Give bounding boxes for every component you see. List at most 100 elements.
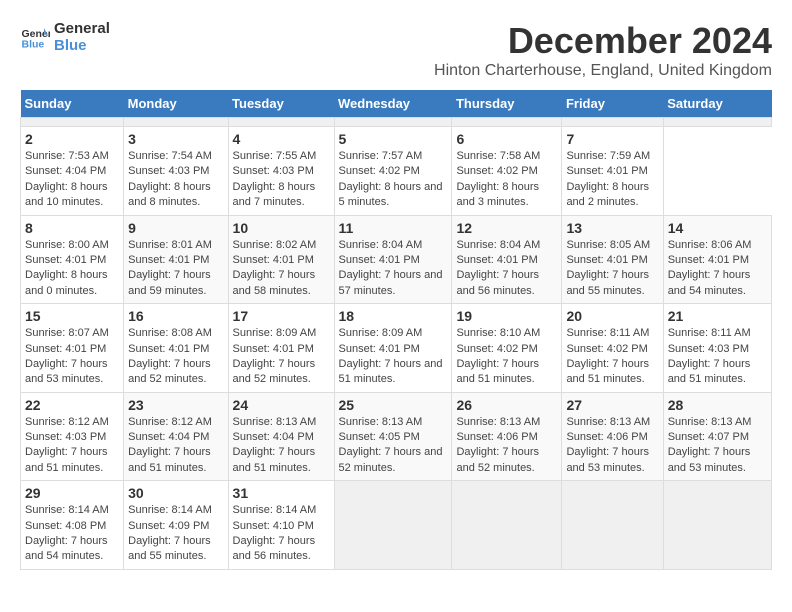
calendar-cell: 12 Sunrise: 8:04 AMSunset: 4:01 PMDayligh… bbox=[452, 215, 562, 304]
calendar-week-1 bbox=[21, 118, 772, 127]
calendar-cell: 13 Sunrise: 8:05 AMSunset: 4:01 PMDayligh… bbox=[562, 215, 663, 304]
day-info: Sunrise: 8:09 AMSunset: 4:01 PMDaylight:… bbox=[233, 326, 330, 388]
day-info: Sunrise: 8:04 AMSunset: 4:01 PMDaylight:… bbox=[456, 238, 557, 300]
day-number: 4 bbox=[233, 131, 330, 147]
logo-line2: Blue bbox=[54, 37, 110, 54]
day-info: Sunrise: 8:14 AMSunset: 4:09 PMDaylight:… bbox=[128, 503, 223, 565]
day-number: 8 bbox=[25, 220, 119, 236]
calendar-cell: 14 Sunrise: 8:06 AMSunset: 4:01 PMDayligh… bbox=[663, 215, 771, 304]
calendar-cell: 22Sunrise: 8:12 AMSunset: 4:03 PMDayligh… bbox=[21, 392, 124, 481]
page-subtitle: Hinton Charterhouse, England, United Kin… bbox=[434, 62, 772, 80]
day-number: 21 bbox=[668, 308, 767, 324]
header-sunday: Sunday bbox=[21, 90, 124, 118]
logo-icon: General Blue bbox=[20, 22, 50, 52]
calendar-week-2: 2Sunrise: 7:53 AMSunset: 4:04 PMDaylight… bbox=[21, 127, 772, 216]
day-number: 27 bbox=[566, 397, 658, 413]
day-number: 24 bbox=[233, 397, 330, 413]
calendar-cell: 26 Sunrise: 8:13 AMSunset: 4:06 PMDayligh… bbox=[452, 392, 562, 481]
day-number: 20 bbox=[566, 308, 658, 324]
day-info: Sunrise: 8:02 AMSunset: 4:01 PMDaylight:… bbox=[233, 238, 330, 300]
day-number: 14 bbox=[668, 220, 767, 236]
day-info: Sunrise: 8:11 AMSunset: 4:02 PMDaylight:… bbox=[566, 326, 658, 388]
day-info: Sunrise: 8:13 AMSunset: 4:06 PMDaylight:… bbox=[566, 415, 658, 477]
day-number: 23 bbox=[128, 397, 223, 413]
day-info: Sunrise: 8:01 AMSunset: 4:01 PMDaylight:… bbox=[128, 238, 223, 300]
day-number: 12 bbox=[456, 220, 557, 236]
calendar-cell: 7 Sunrise: 7:59 AMSunset: 4:01 PMDaylight… bbox=[562, 127, 663, 216]
calendar-cell: 11 Sunrise: 8:04 AMSunset: 4:01 PMDayligh… bbox=[334, 215, 452, 304]
calendar-cell: 9 Sunrise: 8:01 AMSunset: 4:01 PMDaylight… bbox=[124, 215, 228, 304]
day-number: 31 bbox=[233, 485, 330, 501]
day-number: 5 bbox=[339, 131, 448, 147]
day-number: 3 bbox=[128, 131, 223, 147]
calendar-cell: 15Sunrise: 8:07 AMSunset: 4:01 PMDayligh… bbox=[21, 304, 124, 393]
calendar-cell: 24 Sunrise: 8:13 AMSunset: 4:04 PMDayligh… bbox=[228, 392, 334, 481]
calendar-cell: 4Sunrise: 7:55 AMSunset: 4:03 PMDaylight… bbox=[228, 127, 334, 216]
day-number: 29 bbox=[25, 485, 119, 501]
calendar-cell bbox=[228, 118, 334, 127]
calendar-cell bbox=[334, 481, 452, 570]
calendar-cell: 21 Sunrise: 8:11 AMSunset: 4:03 PMDayligh… bbox=[663, 304, 771, 393]
day-info: Sunrise: 8:13 AMSunset: 4:07 PMDaylight:… bbox=[668, 415, 767, 477]
calendar-week-6: 29 Sunrise: 8:14 AMSunset: 4:08 PMDayligh… bbox=[21, 481, 772, 570]
calendar-week-4: 15Sunrise: 8:07 AMSunset: 4:01 PMDayligh… bbox=[21, 304, 772, 393]
calendar-header-row: SundayMondayTuesdayWednesdayThursdayFrid… bbox=[21, 90, 772, 118]
calendar-cell: 27 Sunrise: 8:13 AMSunset: 4:06 PMDayligh… bbox=[562, 392, 663, 481]
day-number: 16 bbox=[128, 308, 223, 324]
day-number: 13 bbox=[566, 220, 658, 236]
header-monday: Monday bbox=[124, 90, 228, 118]
header-friday: Friday bbox=[562, 90, 663, 118]
day-number: 22 bbox=[25, 397, 119, 413]
calendar-cell: 19 Sunrise: 8:10 AMSunset: 4:02 PMDayligh… bbox=[452, 304, 562, 393]
title-section: December 2024 Hinton Charterhouse, Engla… bbox=[434, 20, 772, 80]
day-number: 9 bbox=[128, 220, 223, 236]
day-info: Sunrise: 8:10 AMSunset: 4:02 PMDaylight:… bbox=[456, 326, 557, 388]
calendar-cell bbox=[562, 481, 663, 570]
calendar-cell bbox=[663, 118, 771, 127]
day-number: 28 bbox=[668, 397, 767, 413]
day-number: 17 bbox=[233, 308, 330, 324]
calendar-cell bbox=[452, 118, 562, 127]
day-number: 10 bbox=[233, 220, 330, 236]
day-info: Sunrise: 8:14 AMSunset: 4:10 PMDaylight:… bbox=[233, 503, 330, 565]
calendar-week-3: 8 Sunrise: 8:00 AMSunset: 4:01 PMDaylight… bbox=[21, 215, 772, 304]
day-info: Sunrise: 8:11 AMSunset: 4:03 PMDaylight:… bbox=[668, 326, 767, 388]
calendar-cell: 23 Sunrise: 8:12 AMSunset: 4:04 PMDayligh… bbox=[124, 392, 228, 481]
calendar-cell: 30Sunrise: 8:14 AMSunset: 4:09 PMDayligh… bbox=[124, 481, 228, 570]
day-number: 25 bbox=[339, 397, 448, 413]
day-info: Sunrise: 8:04 AMSunset: 4:01 PMDaylight:… bbox=[339, 238, 448, 300]
day-number: 11 bbox=[339, 220, 448, 236]
calendar-cell: 18Sunrise: 8:09 AMSunset: 4:01 PMDayligh… bbox=[334, 304, 452, 393]
header-saturday: Saturday bbox=[663, 90, 771, 118]
day-info: Sunrise: 7:59 AMSunset: 4:01 PMDaylight:… bbox=[566, 149, 658, 211]
calendar-cell: 10 Sunrise: 8:02 AMSunset: 4:01 PMDayligh… bbox=[228, 215, 334, 304]
header-tuesday: Tuesday bbox=[228, 90, 334, 118]
calendar-cell: 31 Sunrise: 8:14 AMSunset: 4:10 PMDayligh… bbox=[228, 481, 334, 570]
day-info: Sunrise: 8:08 AMSunset: 4:01 PMDaylight:… bbox=[128, 326, 223, 388]
svg-text:Blue: Blue bbox=[22, 39, 45, 51]
day-info: Sunrise: 8:12 AMSunset: 4:04 PMDaylight:… bbox=[128, 415, 223, 477]
calendar-week-5: 22Sunrise: 8:12 AMSunset: 4:03 PMDayligh… bbox=[21, 392, 772, 481]
day-number: 6 bbox=[456, 131, 557, 147]
day-info: Sunrise: 8:13 AMSunset: 4:04 PMDaylight:… bbox=[233, 415, 330, 477]
day-info: Sunrise: 8:07 AMSunset: 4:01 PMDaylight:… bbox=[25, 326, 119, 388]
day-info: Sunrise: 7:58 AMSunset: 4:02 PMDaylight:… bbox=[456, 149, 557, 211]
day-info: Sunrise: 7:54 AMSunset: 4:03 PMDaylight:… bbox=[128, 149, 223, 211]
day-info: Sunrise: 8:00 AMSunset: 4:01 PMDaylight:… bbox=[25, 238, 119, 300]
day-number: 19 bbox=[456, 308, 557, 324]
calendar-cell: 5Sunrise: 7:57 AMSunset: 4:02 PMDaylight… bbox=[334, 127, 452, 216]
calendar-cell bbox=[663, 481, 771, 570]
day-info: Sunrise: 8:14 AMSunset: 4:08 PMDaylight:… bbox=[25, 503, 119, 565]
day-info: Sunrise: 8:06 AMSunset: 4:01 PMDaylight:… bbox=[668, 238, 767, 300]
header: General Blue General Blue December 2024 … bbox=[20, 20, 772, 80]
day-number: 7 bbox=[566, 131, 658, 147]
day-info: Sunrise: 8:05 AMSunset: 4:01 PMDaylight:… bbox=[566, 238, 658, 300]
calendar-cell: 29 Sunrise: 8:14 AMSunset: 4:08 PMDayligh… bbox=[21, 481, 124, 570]
day-info: Sunrise: 8:13 AMSunset: 4:06 PMDaylight:… bbox=[456, 415, 557, 477]
day-info: Sunrise: 8:09 AMSunset: 4:01 PMDaylight:… bbox=[339, 326, 448, 388]
calendar-cell: 20 Sunrise: 8:11 AMSunset: 4:02 PMDayligh… bbox=[562, 304, 663, 393]
day-number: 26 bbox=[456, 397, 557, 413]
logo: General Blue General Blue bbox=[20, 20, 110, 54]
calendar-table: SundayMondayTuesdayWednesdayThursdayFrid… bbox=[20, 90, 772, 570]
day-info: Sunrise: 7:53 AMSunset: 4:04 PMDaylight:… bbox=[25, 149, 119, 211]
